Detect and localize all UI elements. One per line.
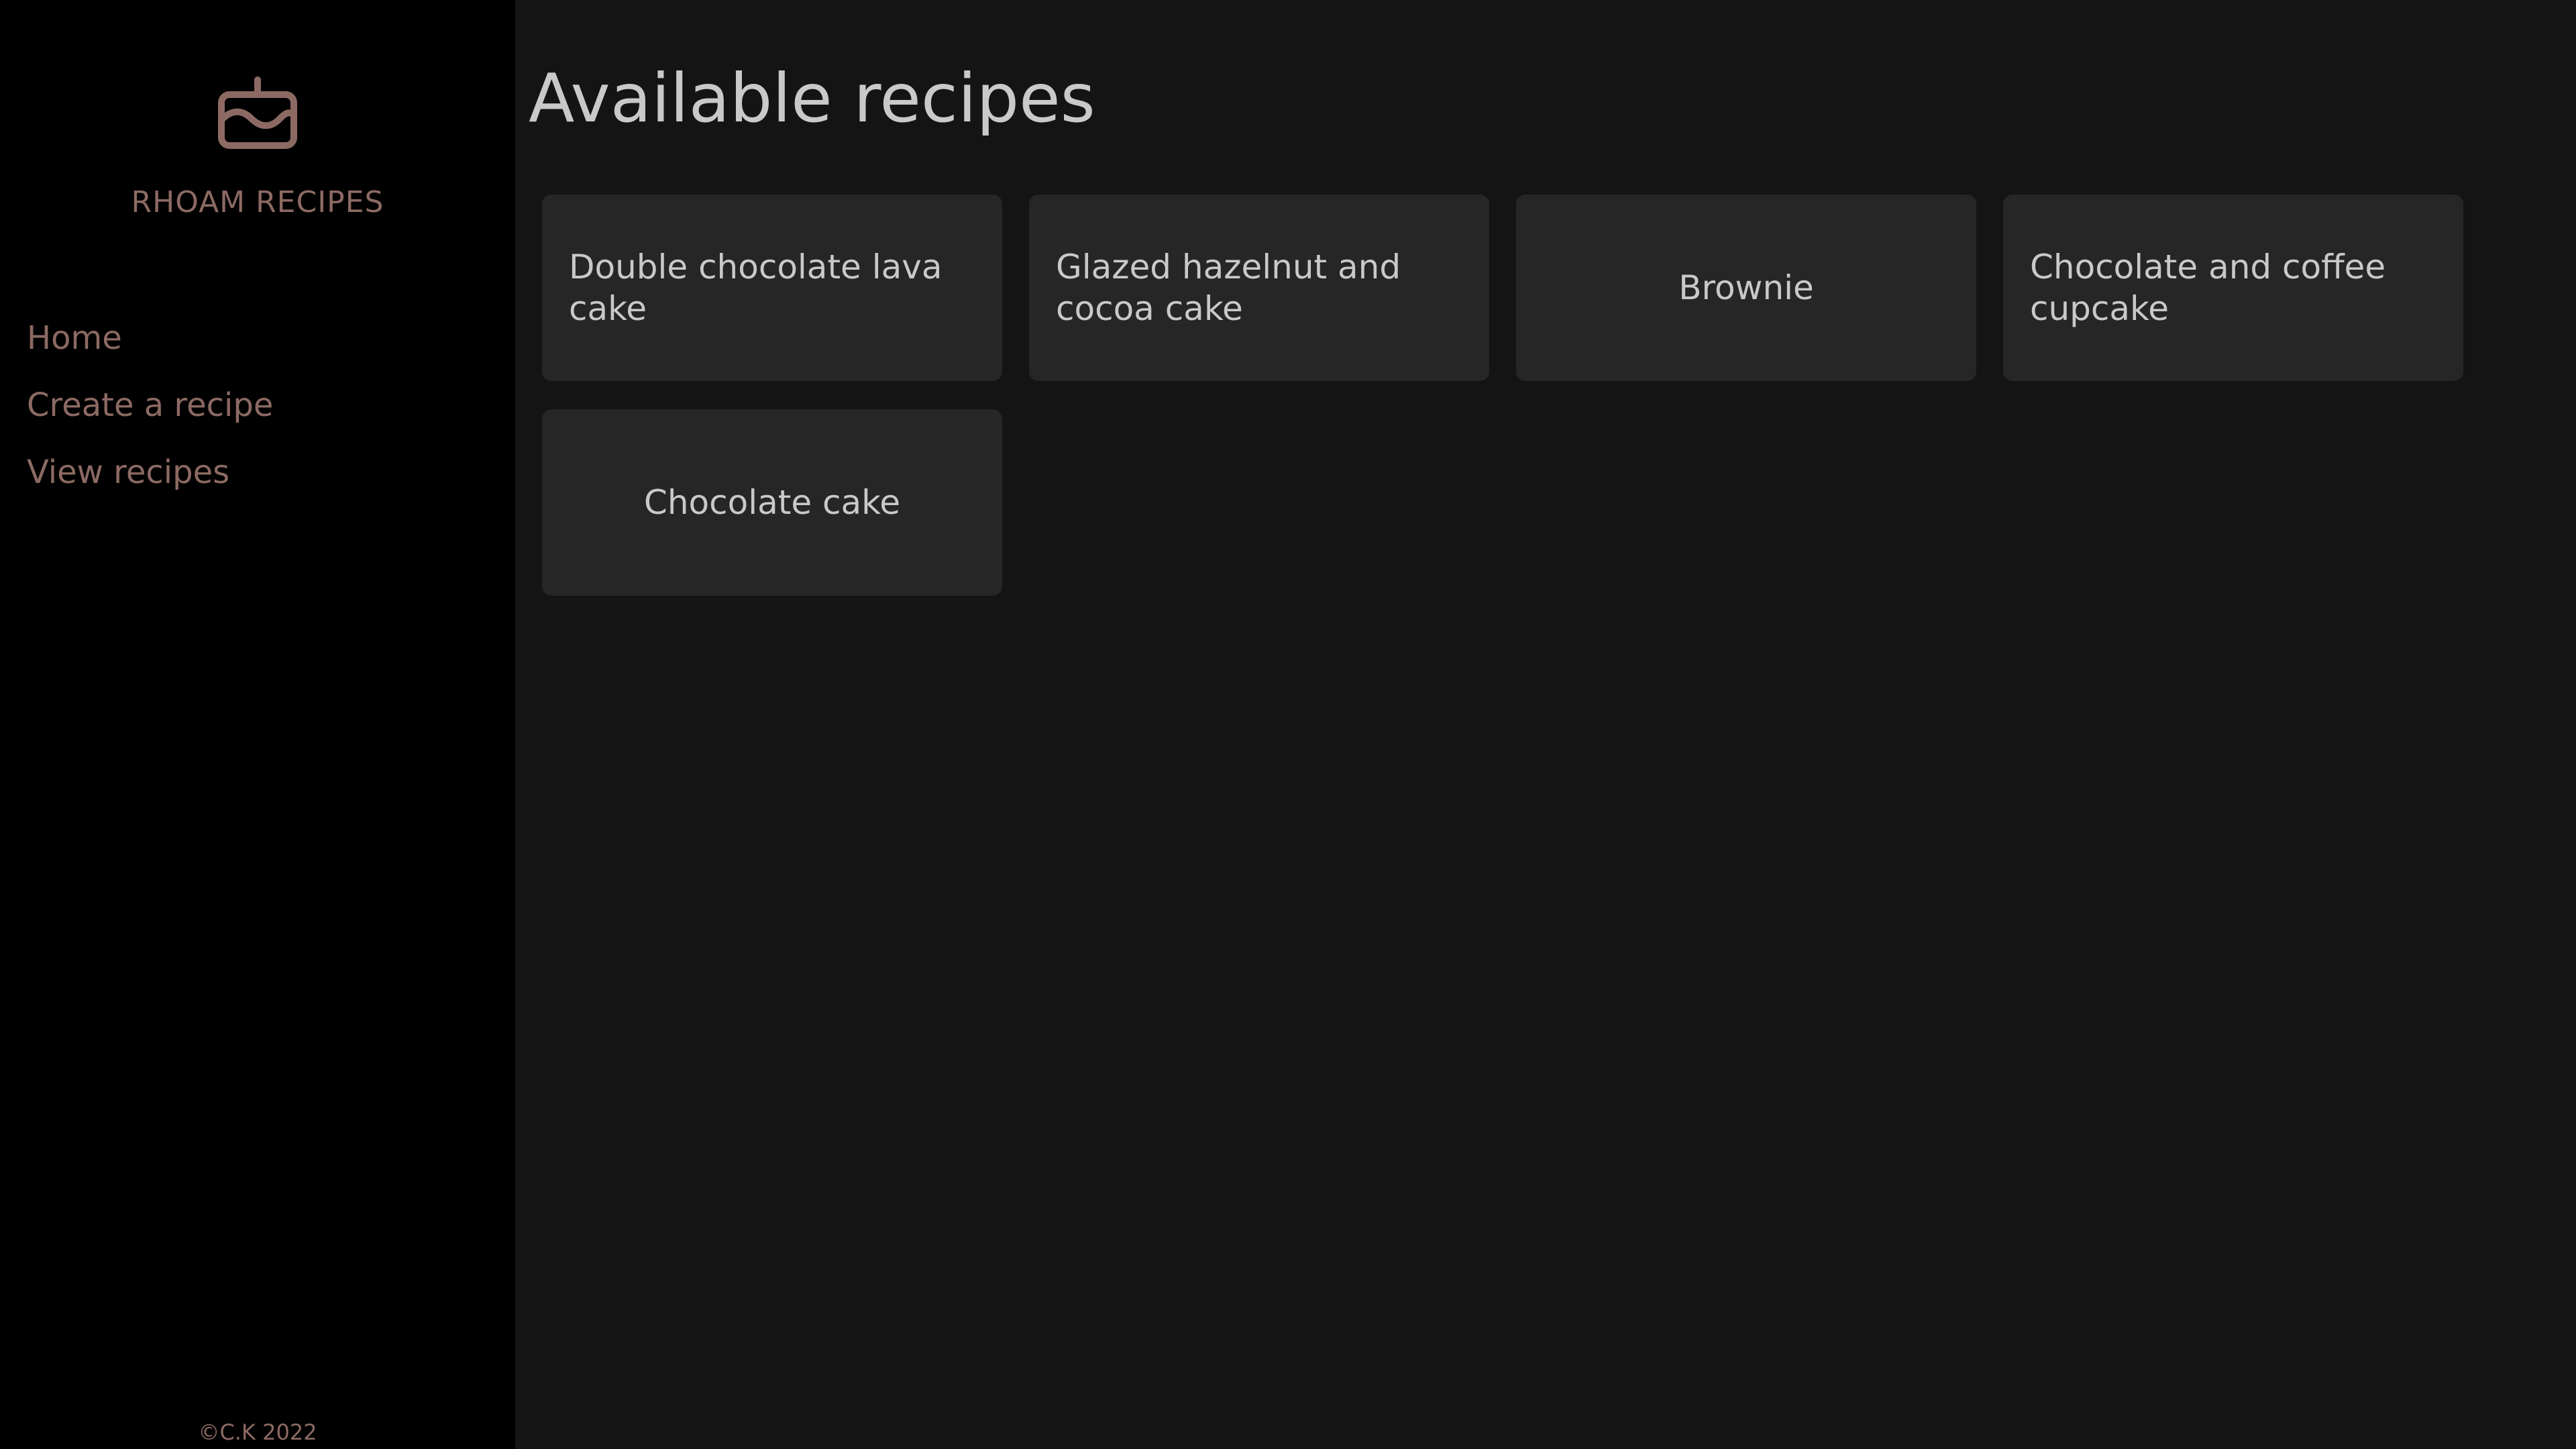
recipe-card-title: Chocolate cake: [643, 483, 901, 522]
recipe-card[interactable]: Chocolate cake: [542, 409, 1002, 596]
page-title: Available recipes: [529, 59, 1095, 138]
nav-item-view-recipes[interactable]: View recipes: [27, 439, 273, 506]
main-content: Available recipes Double chocolate lava …: [515, 0, 2576, 1449]
recipe-card-title: Brownie: [1678, 268, 1814, 307]
recipe-card-title: Chocolate and coffee cupcake: [2030, 248, 2386, 328]
recipe-card-title: Double chocolate lava cake: [569, 248, 943, 328]
copyright-footer: ©C.K 2022: [198, 1419, 317, 1445]
brand-name[interactable]: RHOAM RECIPES: [0, 185, 515, 219]
sidebar: RHOAM RECIPES Home Create a recipe View …: [0, 0, 515, 1449]
nav-item-create-recipe[interactable]: Create a recipe: [27, 372, 273, 439]
cake-icon: [218, 76, 297, 149]
recipe-card[interactable]: Brownie: [1516, 195, 1976, 381]
recipe-card[interactable]: Chocolate and coffee cupcake: [2003, 195, 2463, 381]
nav-item-home[interactable]: Home: [27, 305, 273, 372]
sidebar-nav: Home Create a recipe View recipes: [27, 305, 273, 506]
recipe-card[interactable]: Glazed hazelnut and cocoa cake: [1029, 195, 1489, 381]
recipe-card-title: Glazed hazelnut and cocoa cake: [1056, 248, 1401, 328]
recipe-grid: Double chocolate lava cake Glazed hazeln…: [542, 195, 2501, 596]
app: RHOAM RECIPES Home Create a recipe View …: [0, 0, 2576, 1449]
recipe-card[interactable]: Double chocolate lava cake: [542, 195, 1002, 381]
